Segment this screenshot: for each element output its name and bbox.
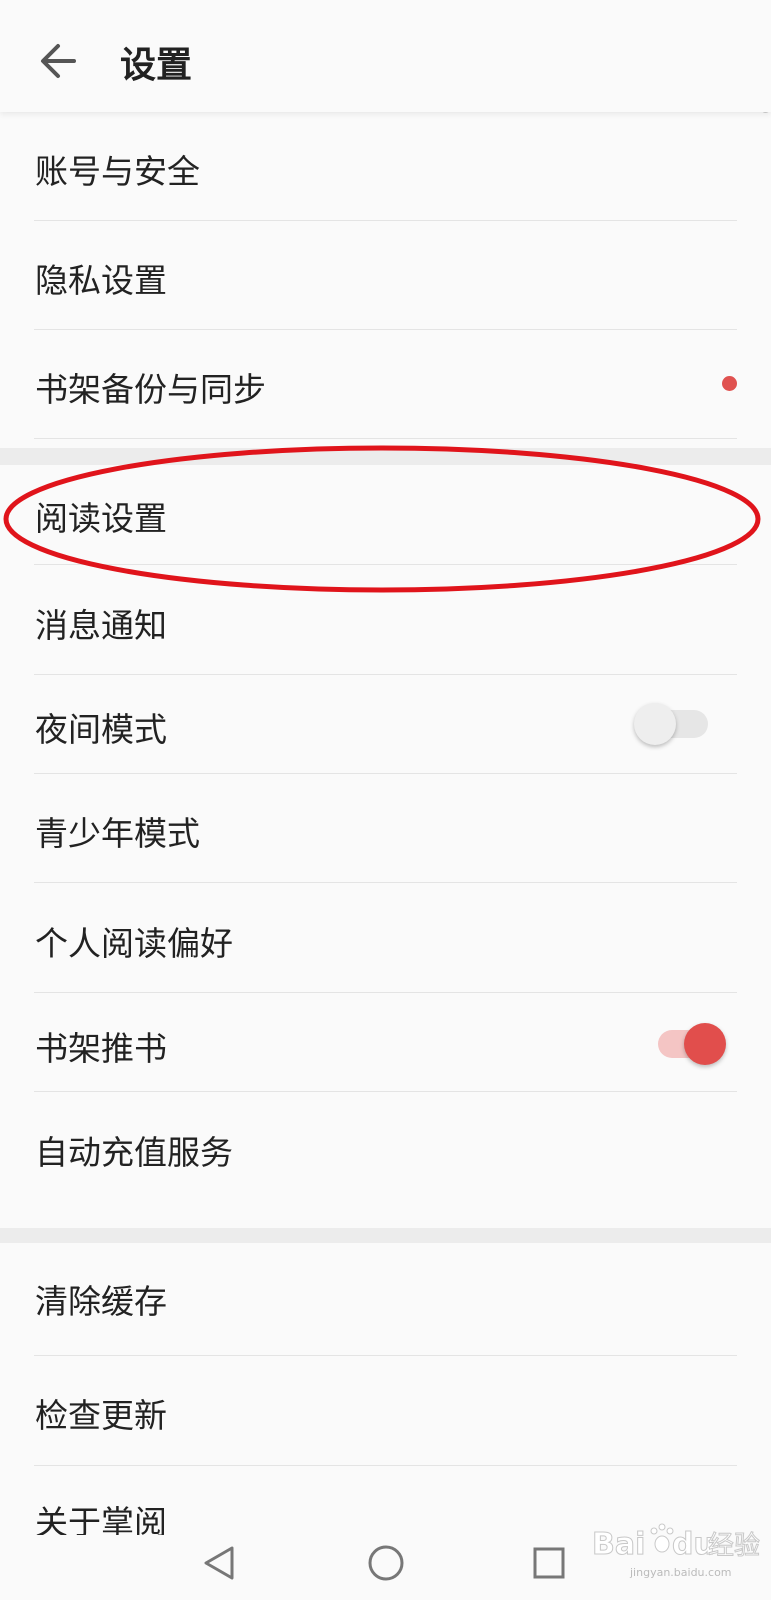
- section-gap: [0, 1228, 771, 1243]
- section-gap: [0, 448, 771, 465]
- item-label: 个人阅读偏好: [35, 924, 233, 963]
- item-youth-mode[interactable]: 青少年模式: [0, 774, 771, 882]
- toggle-knob: [684, 1023, 726, 1065]
- item-auto-recharge[interactable]: 自动充值服务: [0, 1092, 771, 1200]
- system-navigation-bar: [0, 1535, 771, 1600]
- recents-square-icon[interactable]: [532, 1546, 566, 1580]
- page-title: 设置: [120, 45, 193, 86]
- item-check-update[interactable]: 检查更新: [0, 1356, 771, 1465]
- item-label: 阅读设置: [35, 499, 167, 538]
- item-privacy-settings[interactable]: 隐私设置: [0, 221, 771, 329]
- item-label: 清除缓存: [35, 1282, 167, 1321]
- home-circle-icon[interactable]: [367, 1544, 405, 1582]
- settings-group-account: 账号与安全 隐私设置 书架备份与同步: [0, 113, 771, 448]
- back-arrow-icon[interactable]: [36, 38, 82, 84]
- item-label: 书架备份与同步: [35, 370, 266, 409]
- item-about[interactable]: 关于掌阅: [0, 1466, 771, 1546]
- item-label: 检查更新: [35, 1396, 167, 1435]
- item-reading-settings[interactable]: 阅读设置: [0, 465, 771, 564]
- back-triangle-icon[interactable]: [202, 1545, 236, 1581]
- item-label: 隐私设置: [35, 261, 167, 300]
- notification-dot: [722, 376, 737, 391]
- item-clear-cache[interactable]: 清除缓存: [0, 1243, 771, 1355]
- toggle-knob: [634, 703, 676, 745]
- item-message-notification[interactable]: 消息通知: [0, 565, 771, 674]
- app-header: 设置: [0, 0, 771, 112]
- item-reading-preference[interactable]: 个人阅读偏好: [0, 883, 771, 992]
- item-label: 书架推书: [35, 1029, 167, 1068]
- item-label: 青少年模式: [35, 814, 200, 853]
- divider: [34, 438, 737, 439]
- item-bookshelf-recommend[interactable]: 书架推书: [0, 993, 771, 1091]
- item-label: 自动充值服务: [35, 1133, 233, 1172]
- item-label: 夜间模式: [35, 710, 167, 749]
- item-account-security[interactable]: 账号与安全: [0, 113, 771, 220]
- item-bookshelf-backup-sync[interactable]: 书架备份与同步: [0, 330, 771, 438]
- settings-group-other: 清除缓存 检查更新 关于掌阅: [0, 1243, 771, 1542]
- settings-group-reading: 阅读设置 消息通知 夜间模式 青少年模式 个人阅读偏好 书架推书 自动充值服务: [0, 465, 771, 1228]
- item-label: 账号与安全: [35, 152, 200, 191]
- item-night-mode[interactable]: 夜间模式: [0, 675, 771, 773]
- item-label: 消息通知: [35, 606, 167, 645]
